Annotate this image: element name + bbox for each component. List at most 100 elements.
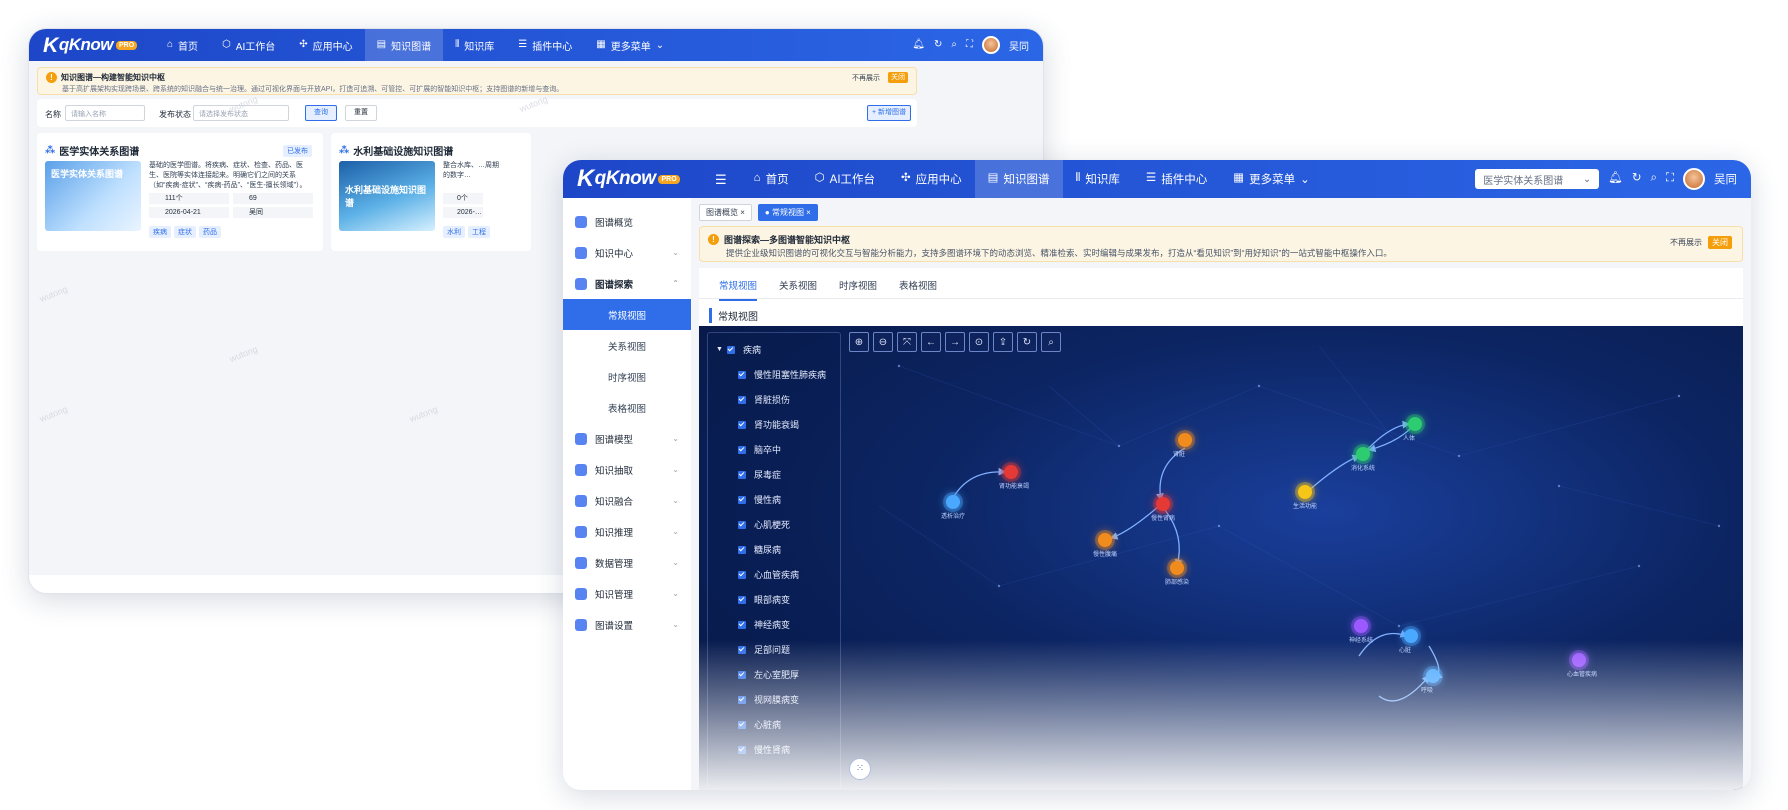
graph-canvas[interactable]: ⊕ ⊖ ⤧ ← → ⊙ ⇪ ↻ ⌕ ▼ 疾病 慢性阻塞性肺疾病 肾脏损伤 肾功能衰竭脑… [699,326,1743,790]
user-name[interactable]: 吴同 [1714,171,1737,187]
graph-node[interactable] [1170,561,1184,575]
notice-hide-link[interactable]: 不再展示 [1670,237,1702,248]
query-button[interactable]: 查询 [305,105,337,121]
graph-select[interactable]: 医学实体关系图谱 ⌄ [1475,169,1600,189]
sidebar-item-extract[interactable]: 知识抽取 ⌄ [563,454,691,485]
bell-icon[interactable]: 🔔︎ [912,40,925,50]
home-icon: ⌂ [167,39,174,50]
nav-item-apps[interactable]: ✣ 应用中心 [888,160,975,198]
user-name[interactable]: 吴同 [1009,38,1029,53]
sidebar-item-model[interactable]: 图谱模型 ⌄ [563,423,691,454]
graph-node[interactable] [1098,533,1112,547]
graph-node-label: 肾功能衰竭 [999,484,1030,490]
name-label: 名称 [45,110,61,119]
sidebar-item-explore[interactable]: 图谱探索 ⌃ [563,268,691,299]
grid-menu-icon[interactable]: ⁙ [849,758,871,780]
notice-hide-link[interactable]: 不再展示 [852,73,880,83]
entity-count: 0个 [443,193,483,204]
watermark: wutong [228,343,259,365]
add-graph-button[interactable]: + 新增图谱 [867,105,911,121]
cube-icon: ⬡ [814,172,825,185]
filter-bar: 名称 请输入名称 发布状态 请选择发布状态 查询 重置 + 新增图谱 [37,99,917,127]
nav-item-plugins[interactable]: ☰ 插件中心 [1133,160,1220,198]
nav-item-apps[interactable]: ✣ 应用中心 [287,29,364,61]
avatar[interactable] [982,36,1000,54]
nav-item-more[interactable]: ▦ 更多菜单 ⌄ [1220,160,1323,198]
card-title: 水利基础设施知识图谱 [353,147,454,158]
card-thumbnail: 医学实体关系图谱 [45,161,141,231]
notice-banner: ! 图谱探索—多图谱智能知识中枢 提供企业级知识图谱的可视化交互与智能分析能力，支… [699,226,1743,262]
nav-item-ai[interactable]: ⬡ AI工作台 [802,160,888,198]
nav-item-plugins[interactable]: ☰ 插件中心 [506,29,584,61]
reasoning-icon [575,525,587,538]
gear-icon [575,587,587,600]
notice-desc: 提供企业级知识图谱的可视化交互与智能分析能力，支持多图谱环境下的动态浏览、精准检… [726,248,1392,258]
graph-node[interactable] [1356,447,1370,461]
card-date: 2026-… [443,207,483,218]
avatar[interactable] [1683,168,1705,190]
chevron-down-icon: ⌄ [672,527,679,536]
sidebar-sub-table[interactable]: 表格视图 [563,392,691,423]
sidebar-item-overview[interactable]: 图谱概览 [563,206,691,237]
apps-icon: ✣ [299,39,308,50]
tab-overview[interactable]: 图谱概览 × [699,204,752,221]
graph-node[interactable] [1178,433,1192,447]
notice-close-button[interactable]: 关闭 [1708,236,1732,249]
book-icon: ▤ [987,172,999,185]
nav-item-graph[interactable]: ▤ 知识图谱 [364,29,444,61]
notice-close-button[interactable]: 关闭 [888,72,908,83]
sidebar-item-data[interactable]: 数据管理 ⌄ [563,547,691,578]
graph-card[interactable]: ⁂ 水利基础设施知识图谱 水利基础设施知识图谱 整合水库、…周期的数字… 0个 2… [331,133,531,251]
sidebar-item-reasoning[interactable]: 知识推理 ⌄ [563,516,691,547]
sidebar-item-settings[interactable]: 图谱设置 ⌄ [563,609,691,640]
nav-item-home[interactable]: ⌂ 首页 [155,29,210,61]
fusion-icon [575,494,587,507]
brand-logo[interactable]: KqKnow PRO [43,33,155,58]
extract-icon [575,463,587,476]
brand-logo[interactable]: KqKnow PRO [577,165,715,193]
name-input[interactable]: 请输入名称 [65,105,145,121]
nav-item-graph[interactable]: ▤ 知识图谱 [974,160,1063,198]
library-icon: ⫴ [1075,172,1081,185]
dashboard-icon [575,215,587,228]
graph-node[interactable] [1408,417,1422,431]
sidebar-item-knowledge-center[interactable]: 知识中心 ⌄ [563,237,691,268]
main-panel: 常规视图 关系视图 时序视图 表格视图 常规视图 ⊕ ⊖ ⤧ ← → ⊙ ⇪ ↻… [699,268,1743,790]
sidebar-item-fusion[interactable]: 知识融合 ⌄ [563,485,691,516]
graph-node-label: 肺部感染 [1165,580,1190,586]
home-icon: ⌂ [753,172,761,185]
tab-regular-view[interactable]: ● 常规视图 × [757,204,818,221]
graph-node[interactable] [1156,497,1170,511]
graph-node[interactable] [946,495,960,509]
nav-item-kb[interactable]: ⫴ 知识库 [443,29,506,61]
search-icon[interactable]: ⌕ [951,40,957,50]
sidebar-sub-relation[interactable]: 关系视图 [563,330,691,361]
graph-icon: ⁂ [45,145,56,156]
chevron-up-icon: ⌃ [672,279,679,288]
menu-toggle-icon[interactable]: ☰ [715,173,727,186]
fullscreen-icon[interactable]: ⛶ [966,40,973,50]
refresh-icon[interactable]: ↻ [1632,173,1642,185]
reset-button[interactable]: 重置 [345,105,377,121]
sidebar-sub-regular[interactable]: 常规视图 [563,299,691,330]
nav-item-more[interactable]: ▦ 更多菜单 ⌄ [584,29,676,61]
graph-node[interactable] [1298,485,1312,499]
warning-icon: ! [708,234,719,245]
nav-item-ai[interactable]: ⬡ AI工作台 [210,29,287,61]
sidebar-item-knowledge-mgmt[interactable]: 知识管理 ⌄ [563,578,691,609]
refresh-icon[interactable]: ↻ [934,40,942,50]
top-navbar: KqKnow PRO ⌂ 首页 ⬡ AI工作台 ✣ 应用中心 ▤ 知识图谱 ⫴ 知识库 ☰ 插… [29,29,1043,61]
sidebar-sub-timeline[interactable]: 时序视图 [563,361,691,392]
bell-icon[interactable]: 🔔︎ [1608,173,1623,185]
search-icon[interactable]: ⌕ [1650,173,1656,185]
graph-node[interactable] [1004,465,1018,479]
database-icon [575,556,587,569]
nav-item-kb[interactable]: ⫴ 知识库 [1063,160,1133,198]
fullscreen-icon[interactable]: ⛶ [1666,173,1674,185]
list-icon: ☰ [518,39,528,50]
graph-card[interactable]: ⁂ 医学实体关系图谱 已发布 医学实体关系图谱 基础的医学图谱。将疾病、症状、检查… [37,133,323,251]
watermark: wutong [408,403,439,425]
nav-item-home[interactable]: ⌂ 首页 [741,160,802,198]
graph-node[interactable] [1354,619,1368,633]
list-icon: ☰ [1145,172,1157,185]
